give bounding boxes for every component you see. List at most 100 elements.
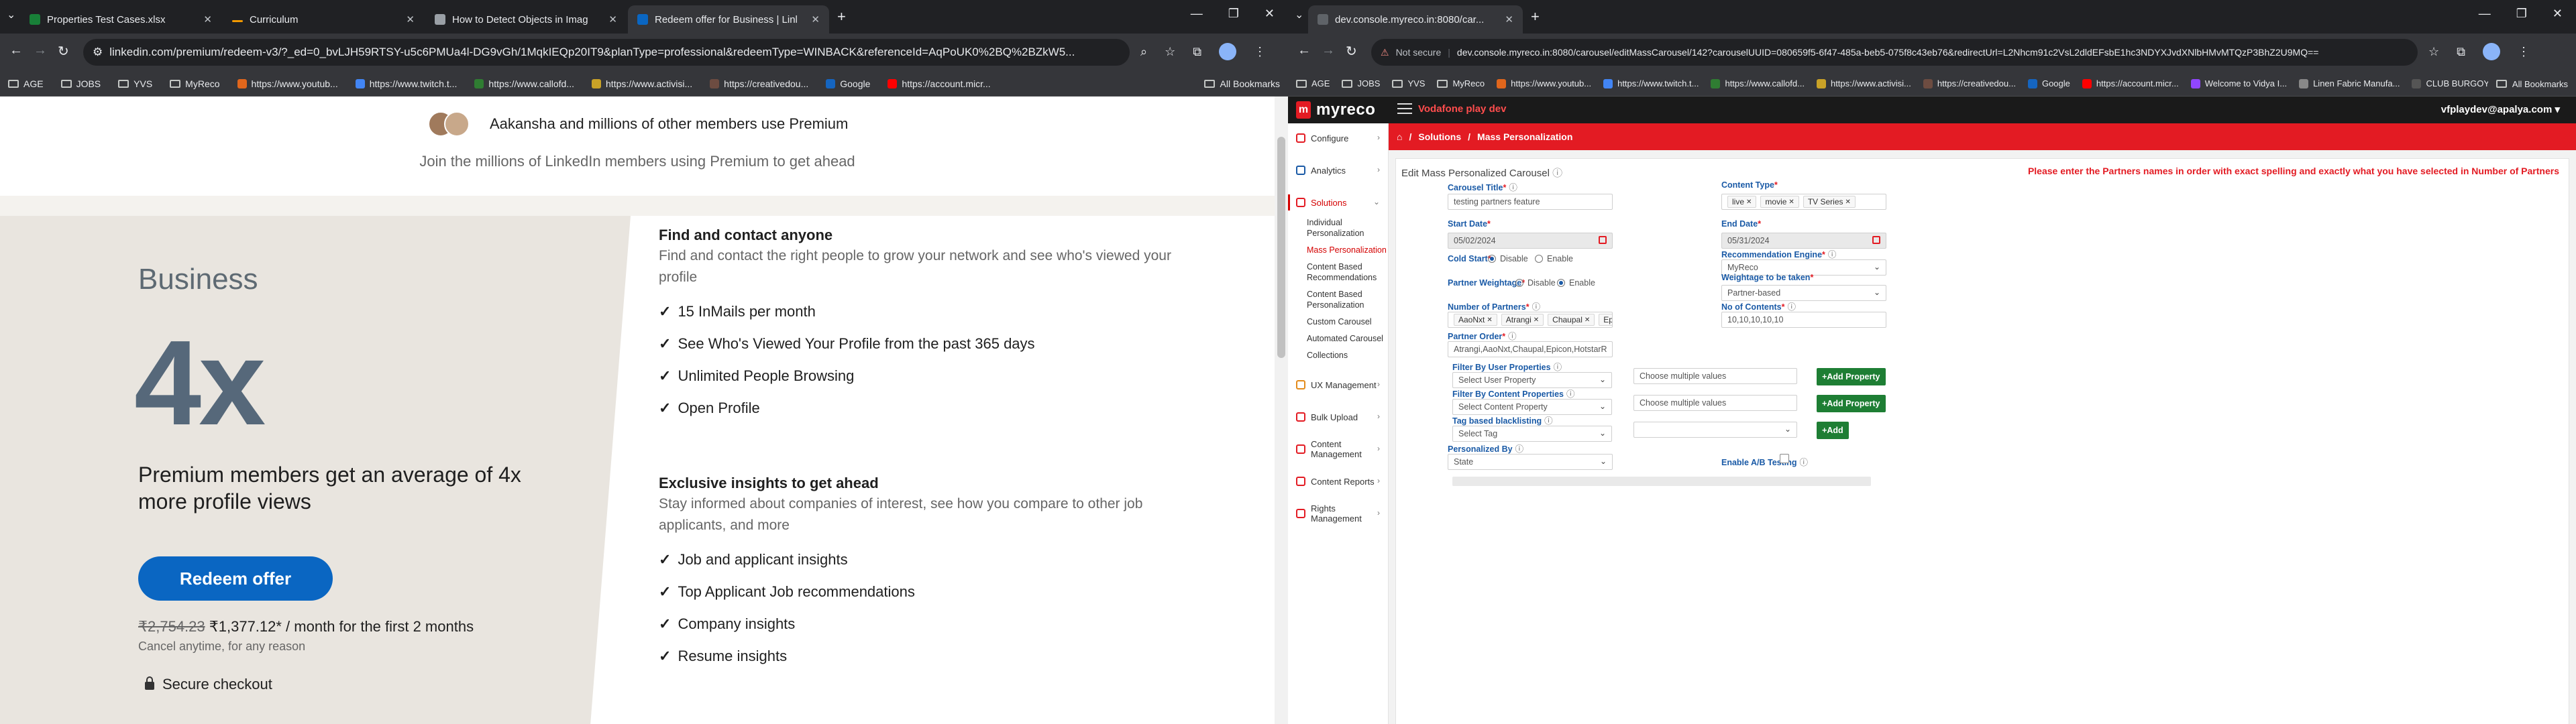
bookmark-item[interactable]: Google [2027,78,2070,88]
bookmark-item[interactable]: https://www.callofd... [474,78,574,89]
sidebar-item-configure[interactable]: Configure › [1288,130,1388,146]
back-icon[interactable]: ← [1297,43,1311,58]
page-scrollbar[interactable] [1275,97,1288,724]
ab-testing-checkbox[interactable] [1780,454,1789,463]
address-bar[interactable]: ⚠ Not secure | dev.console.myreco.in:808… [1371,39,2418,66]
partner-weightage-enable-radio[interactable]: Enable [1557,278,1595,288]
add-content-property-button[interactable]: + Add Property [1817,395,1886,412]
bookmark-item[interactable]: YVS [1392,78,1425,88]
tab-detect-objects[interactable]: How to Detect Objects in Imag ✕ [425,5,627,34]
bookmark-item[interactable]: JOBS [1342,78,1380,88]
myreco-logo[interactable]: m myreco [1296,101,1375,119]
bookmark-item[interactable]: MyReco [170,78,220,89]
back-icon[interactable]: ← [9,43,23,58]
sidebar-item-solutions[interactable]: Solutions ⌄ [1288,194,1388,210]
tab-search-icon[interactable]: ⌄ [7,8,15,21]
bookmark-item[interactable]: https://www.callofd... [1711,78,1805,88]
bookmark-item[interactable]: https://account.micr... [888,78,991,89]
content-property-select[interactable]: Select Content Property ⌄ [1452,399,1612,415]
hamburger-menu-icon[interactable] [1397,103,1412,117]
start-date-input[interactable]: 05/02/2024 [1448,233,1613,249]
personalized-by-select[interactable]: State ⌄ [1448,454,1613,470]
sidebar-subitem[interactable]: Mass Personalization [1288,245,1388,255]
bookmark-item[interactable]: https://creativedou... [710,78,808,89]
scrollbar-thumb[interactable] [1277,137,1285,358]
breadcrumb-solutions[interactable]: Solutions [1418,131,1461,142]
sidebar-item-content-reports[interactable]: Content Reports › [1288,473,1388,489]
tab-curriculum[interactable]: Curriculum ✕ [223,5,424,34]
user-property-values-input[interactable]: Choose multiple values [1633,368,1797,384]
bookmark-star-icon[interactable]: ☆ [2428,45,2439,59]
minimize-icon[interactable]: — [2479,7,2491,21]
help-icon[interactable]: ⓘ [1554,363,1562,372]
close-tab-icon[interactable]: ✕ [608,13,617,25]
calendar-icon[interactable] [1872,236,1880,244]
sidebar-item-content-management[interactable]: Content Management › [1288,439,1388,459]
menu-icon[interactable]: ⋮ [1254,45,1266,59]
end-date-input[interactable]: 05/31/2024 [1721,233,1886,249]
help-icon[interactable]: ⓘ [1800,458,1809,467]
partners-multiselect[interactable]: AaoNxt✕Atrangi✕Chaupal✕Epicon✕Hotstar✕ [1448,312,1613,328]
bookmark-item[interactable]: Google [826,78,870,89]
sidebar-item-analytics[interactable]: Analytics › [1288,162,1388,178]
add-user-property-button[interactable]: + Add Property [1817,368,1886,385]
home-icon[interactable]: ⌂ [1397,131,1402,142]
cold-start-disable-radio[interactable]: Disable [1488,254,1528,263]
content-type-multiselect[interactable]: live ✕ movie ✕ TV Series ✕ [1721,194,1886,210]
redeem-offer-button[interactable]: Redeem offer [138,556,333,601]
bookmark-item[interactable]: https://www.twitch.t... [1603,78,1699,88]
help-icon[interactable]: ⓘ [1828,250,1837,259]
bookmark-item[interactable]: YVS [118,78,152,89]
sidebar-item-rights-management[interactable]: Rights Management › [1288,503,1388,524]
maximize-icon[interactable]: ❐ [2516,7,2527,21]
sidebar-subitem[interactable]: Individual Personalization [1288,217,1388,239]
zoom-icon[interactable]: ⌕ [1140,45,1147,59]
tag-values-select[interactable]: ⌄ [1633,422,1797,438]
content-property-values-input[interactable]: Choose multiple values [1633,395,1797,411]
all-bookmarks[interactable]: All Bookmarks [1195,71,1280,96]
add-tag-button[interactable]: + Add [1817,422,1849,439]
help-icon[interactable]: ⓘ [1566,389,1575,399]
close-window-icon[interactable]: ✕ [2553,7,2563,21]
forward-icon[interactable]: → [1322,43,1335,58]
forward-icon[interactable]: → [34,43,47,58]
help-icon[interactable]: ⓘ [1508,332,1517,341]
reload-icon[interactable]: ↻ [1346,43,1357,60]
close-tab-icon[interactable]: ✕ [406,13,415,25]
bookmark-item[interactable]: https://account.micr... [2082,78,2179,88]
extensions-icon[interactable]: ⧉ [1193,45,1201,59]
help-icon[interactable]: ⓘ [1552,168,1562,179]
carousel-title-input[interactable]: testing partners feature [1448,194,1613,210]
user-menu[interactable]: vfplaydev@apalya.com ▾ [2441,103,2560,115]
close-tab-icon[interactable]: ✕ [1505,13,1513,25]
cold-start-enable-radio[interactable]: Enable [1535,254,1573,263]
remove-chip-icon[interactable]: ✕ [1746,198,1752,206]
bookmark-item[interactable]: AGE [1296,78,1330,88]
bookmark-item[interactable]: Welcome to Vidya I... [2190,78,2287,88]
calendar-icon[interactable] [1599,236,1607,244]
remove-chip-icon[interactable]: ✕ [1534,316,1539,324]
remove-chip-icon[interactable]: ✕ [1845,198,1851,206]
new-tab-icon[interactable]: + [837,8,846,25]
reload-icon[interactable]: ↻ [58,43,69,60]
bookmark-item[interactable]: https://www.twitch.t... [355,78,457,89]
remove-chip-icon[interactable]: ✕ [1585,316,1590,324]
partner-weightage-disable-radio[interactable]: Disable [1515,278,1556,288]
sidebar-item-ux-management[interactable]: UX Management › [1288,377,1388,393]
bookmark-item[interactable]: https://www.activisi... [1816,78,1911,88]
minimize-icon[interactable]: — [1191,7,1203,21]
remove-chip-icon[interactable]: ✕ [1487,316,1492,324]
close-window-icon[interactable]: ✕ [1265,7,1275,21]
bookmark-item[interactable]: https://www.activisi... [592,78,692,89]
sidebar-subitem[interactable]: Automated Carousel [1288,333,1388,344]
no-of-contents-input[interactable]: 10,10,10,10,10 [1721,312,1886,328]
partner-order-input[interactable]: Atrangi,AaoNxt,Chaupal,Epicon,HotstarR [1448,341,1613,357]
org-name[interactable]: Vodafone play dev [1418,103,1506,115]
user-property-select[interactable]: Select User Property ⌄ [1452,372,1612,388]
sidebar-subitem[interactable]: Content Based Recommendations [1288,261,1388,283]
help-icon[interactable]: ⓘ [1532,302,1541,312]
tag-select[interactable]: Select Tag ⌄ [1452,426,1612,442]
bookmark-item[interactable]: MyReco [1437,78,1485,88]
bookmark-item[interactable]: https://creativedou... [1923,78,2016,88]
close-tab-icon[interactable]: ✕ [811,13,820,25]
